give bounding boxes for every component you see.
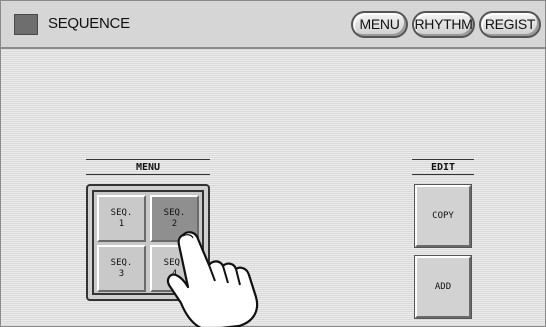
seq-1-label-line2: 1 [118, 218, 125, 229]
seq-1-button[interactable]: SEQ. 1 [97, 195, 146, 242]
menu-button[interactable]: MENU [351, 11, 408, 38]
edit-group-rule-top [412, 159, 474, 160]
seq-1-label-line1: SEQ. [110, 207, 133, 218]
sequence-screen: SEQUENCE MENU RHYTHM REGIST MENU SEQ. 1 … [0, 0, 546, 327]
seq-2-label-line2: 2 [171, 218, 178, 229]
menu-group-rule-bottom [86, 174, 210, 175]
edit-group-label: EDIT [430, 162, 456, 173]
rhythm-button[interactable]: RHYTHM [412, 11, 475, 38]
menu-group-label: MENU [135, 162, 161, 173]
seq-3-label-line1: SEQ. [110, 257, 133, 268]
seq-3-label-line2: 3 [118, 268, 125, 279]
seq-2-label-line1: SEQ. [163, 207, 186, 218]
sequence-app-icon [14, 14, 38, 35]
pointing-hand-icon [166, 231, 259, 327]
menu-group-rule-top [86, 159, 210, 160]
seq-3-button[interactable]: SEQ. 3 [97, 245, 146, 292]
header-bar: SEQUENCE MENU RHYTHM REGIST [1, 1, 545, 49]
regist-button[interactable]: REGIST [479, 11, 541, 38]
edit-group-rule-bottom [412, 174, 474, 175]
page-title: SEQUENCE [48, 15, 130, 32]
add-button[interactable]: ADD [414, 255, 472, 319]
copy-button[interactable]: COPY [414, 184, 472, 248]
